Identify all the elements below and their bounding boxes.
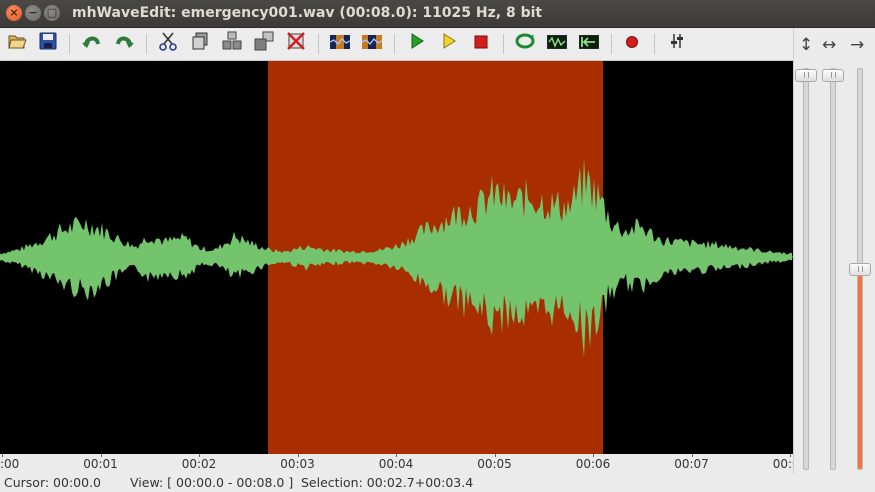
volume-slider[interactable] xyxy=(849,68,871,470)
toolbar-separator xyxy=(654,34,655,54)
volume-slider-fill xyxy=(858,269,862,469)
toolbar-separator xyxy=(146,34,147,54)
redo-button[interactable] xyxy=(113,32,135,54)
mixer-icon xyxy=(668,32,686,54)
toolbar xyxy=(0,28,875,61)
paste-button[interactable] xyxy=(221,31,243,55)
play-icon xyxy=(410,33,424,53)
status-bar: Cursor: 00:00.0 View: [ 00:00.0 - 00:08.… xyxy=(0,474,875,492)
mixer-button[interactable] xyxy=(666,32,688,54)
play-button[interactable] xyxy=(406,32,428,54)
maximize-window-button[interactable]: □ xyxy=(44,5,60,21)
view-all-icon xyxy=(546,34,568,53)
timeline-label: 00:05 xyxy=(477,457,512,471)
timeline-label: 00:03 xyxy=(280,457,315,471)
crop-to-selection-icon xyxy=(329,34,351,53)
record-button[interactable] xyxy=(621,32,643,54)
timeline-label: 00:02 xyxy=(181,457,217,471)
speed-icon: → xyxy=(850,35,865,55)
paste-icon xyxy=(222,31,242,55)
go-to-start-icon xyxy=(578,34,600,53)
open-folder-icon xyxy=(7,32,27,54)
save-button[interactable] xyxy=(37,32,59,54)
vertical-zoom-icon: ↕ xyxy=(799,35,814,55)
horizontal-zoom-slider[interactable] xyxy=(822,68,844,470)
right-panel: ↕ ↔ → xyxy=(793,28,875,474)
waveform-signal xyxy=(0,157,792,358)
delete-icon xyxy=(286,31,306,55)
toolbar-separator xyxy=(611,34,612,54)
record-icon xyxy=(625,34,639,53)
paste-over-icon xyxy=(254,31,274,55)
copy-icon xyxy=(191,32,209,54)
paste-over-button[interactable] xyxy=(253,31,275,55)
undo-icon xyxy=(82,32,102,54)
timeline-label: 00:01 xyxy=(83,457,118,471)
horizontal-zoom-icon: ↔ xyxy=(822,35,837,55)
vertical-zoom-thumb[interactable] xyxy=(795,69,817,82)
toolbar-separator xyxy=(318,34,319,54)
view-all-button[interactable] xyxy=(546,32,568,54)
timeline-label: 00:00 xyxy=(0,457,20,471)
delete-button[interactable] xyxy=(285,32,307,54)
cut-button[interactable] xyxy=(157,32,179,54)
copy-button[interactable] xyxy=(189,32,211,54)
open-button[interactable] xyxy=(6,32,28,54)
crop-outside-button[interactable] xyxy=(361,32,383,54)
window-title: mhWaveEdit: emergency001.wav (00:08.0): … xyxy=(72,5,543,21)
timeline-label: 00:06 xyxy=(575,457,611,471)
crop-outside-icon xyxy=(361,34,383,53)
vertical-zoom-slider[interactable] xyxy=(795,68,817,470)
cut-icon xyxy=(158,31,178,55)
status-cursor: Cursor: 00:00.0 xyxy=(4,475,102,490)
status-view: View: [ 00:00.0 - 00:08.0 ] xyxy=(130,475,294,490)
horizontal-zoom-thumb[interactable] xyxy=(822,69,844,82)
undo-button[interactable] xyxy=(81,32,103,54)
timeline-label: 00:04 xyxy=(378,457,414,471)
title-bar: × − □ mhWaveEdit: emergency001.wav (00:0… xyxy=(0,0,875,28)
play-selection-icon xyxy=(442,33,456,53)
close-window-button[interactable]: × xyxy=(6,5,22,21)
play-selection-button[interactable] xyxy=(438,32,460,54)
waveform-graph xyxy=(0,157,793,358)
status-selection: Selection: 00:02.7+00:03.4 xyxy=(301,475,474,490)
stop-icon xyxy=(474,34,488,53)
redo-icon xyxy=(114,32,134,54)
loop-icon xyxy=(515,33,535,53)
toolbar-separator xyxy=(394,34,395,54)
volume-thumb[interactable] xyxy=(849,263,871,276)
waveform-view[interactable] xyxy=(0,61,793,454)
crop-to-selection-button[interactable] xyxy=(329,32,351,54)
save-floppy-icon xyxy=(39,32,57,54)
timeline-label: 00:07 xyxy=(674,457,709,471)
timeline-ruler[interactable]: 00:00 00:01 00:02 00:03 00:04 00:05 00:06 00:07… xyxy=(0,454,807,474)
loop-button[interactable] xyxy=(514,32,536,54)
go-to-start-button[interactable] xyxy=(578,32,600,54)
toolbar-separator xyxy=(503,34,504,54)
toolbar-separator xyxy=(69,34,70,54)
stop-button[interactable] xyxy=(470,32,492,54)
minimize-window-button[interactable]: − xyxy=(25,5,41,21)
